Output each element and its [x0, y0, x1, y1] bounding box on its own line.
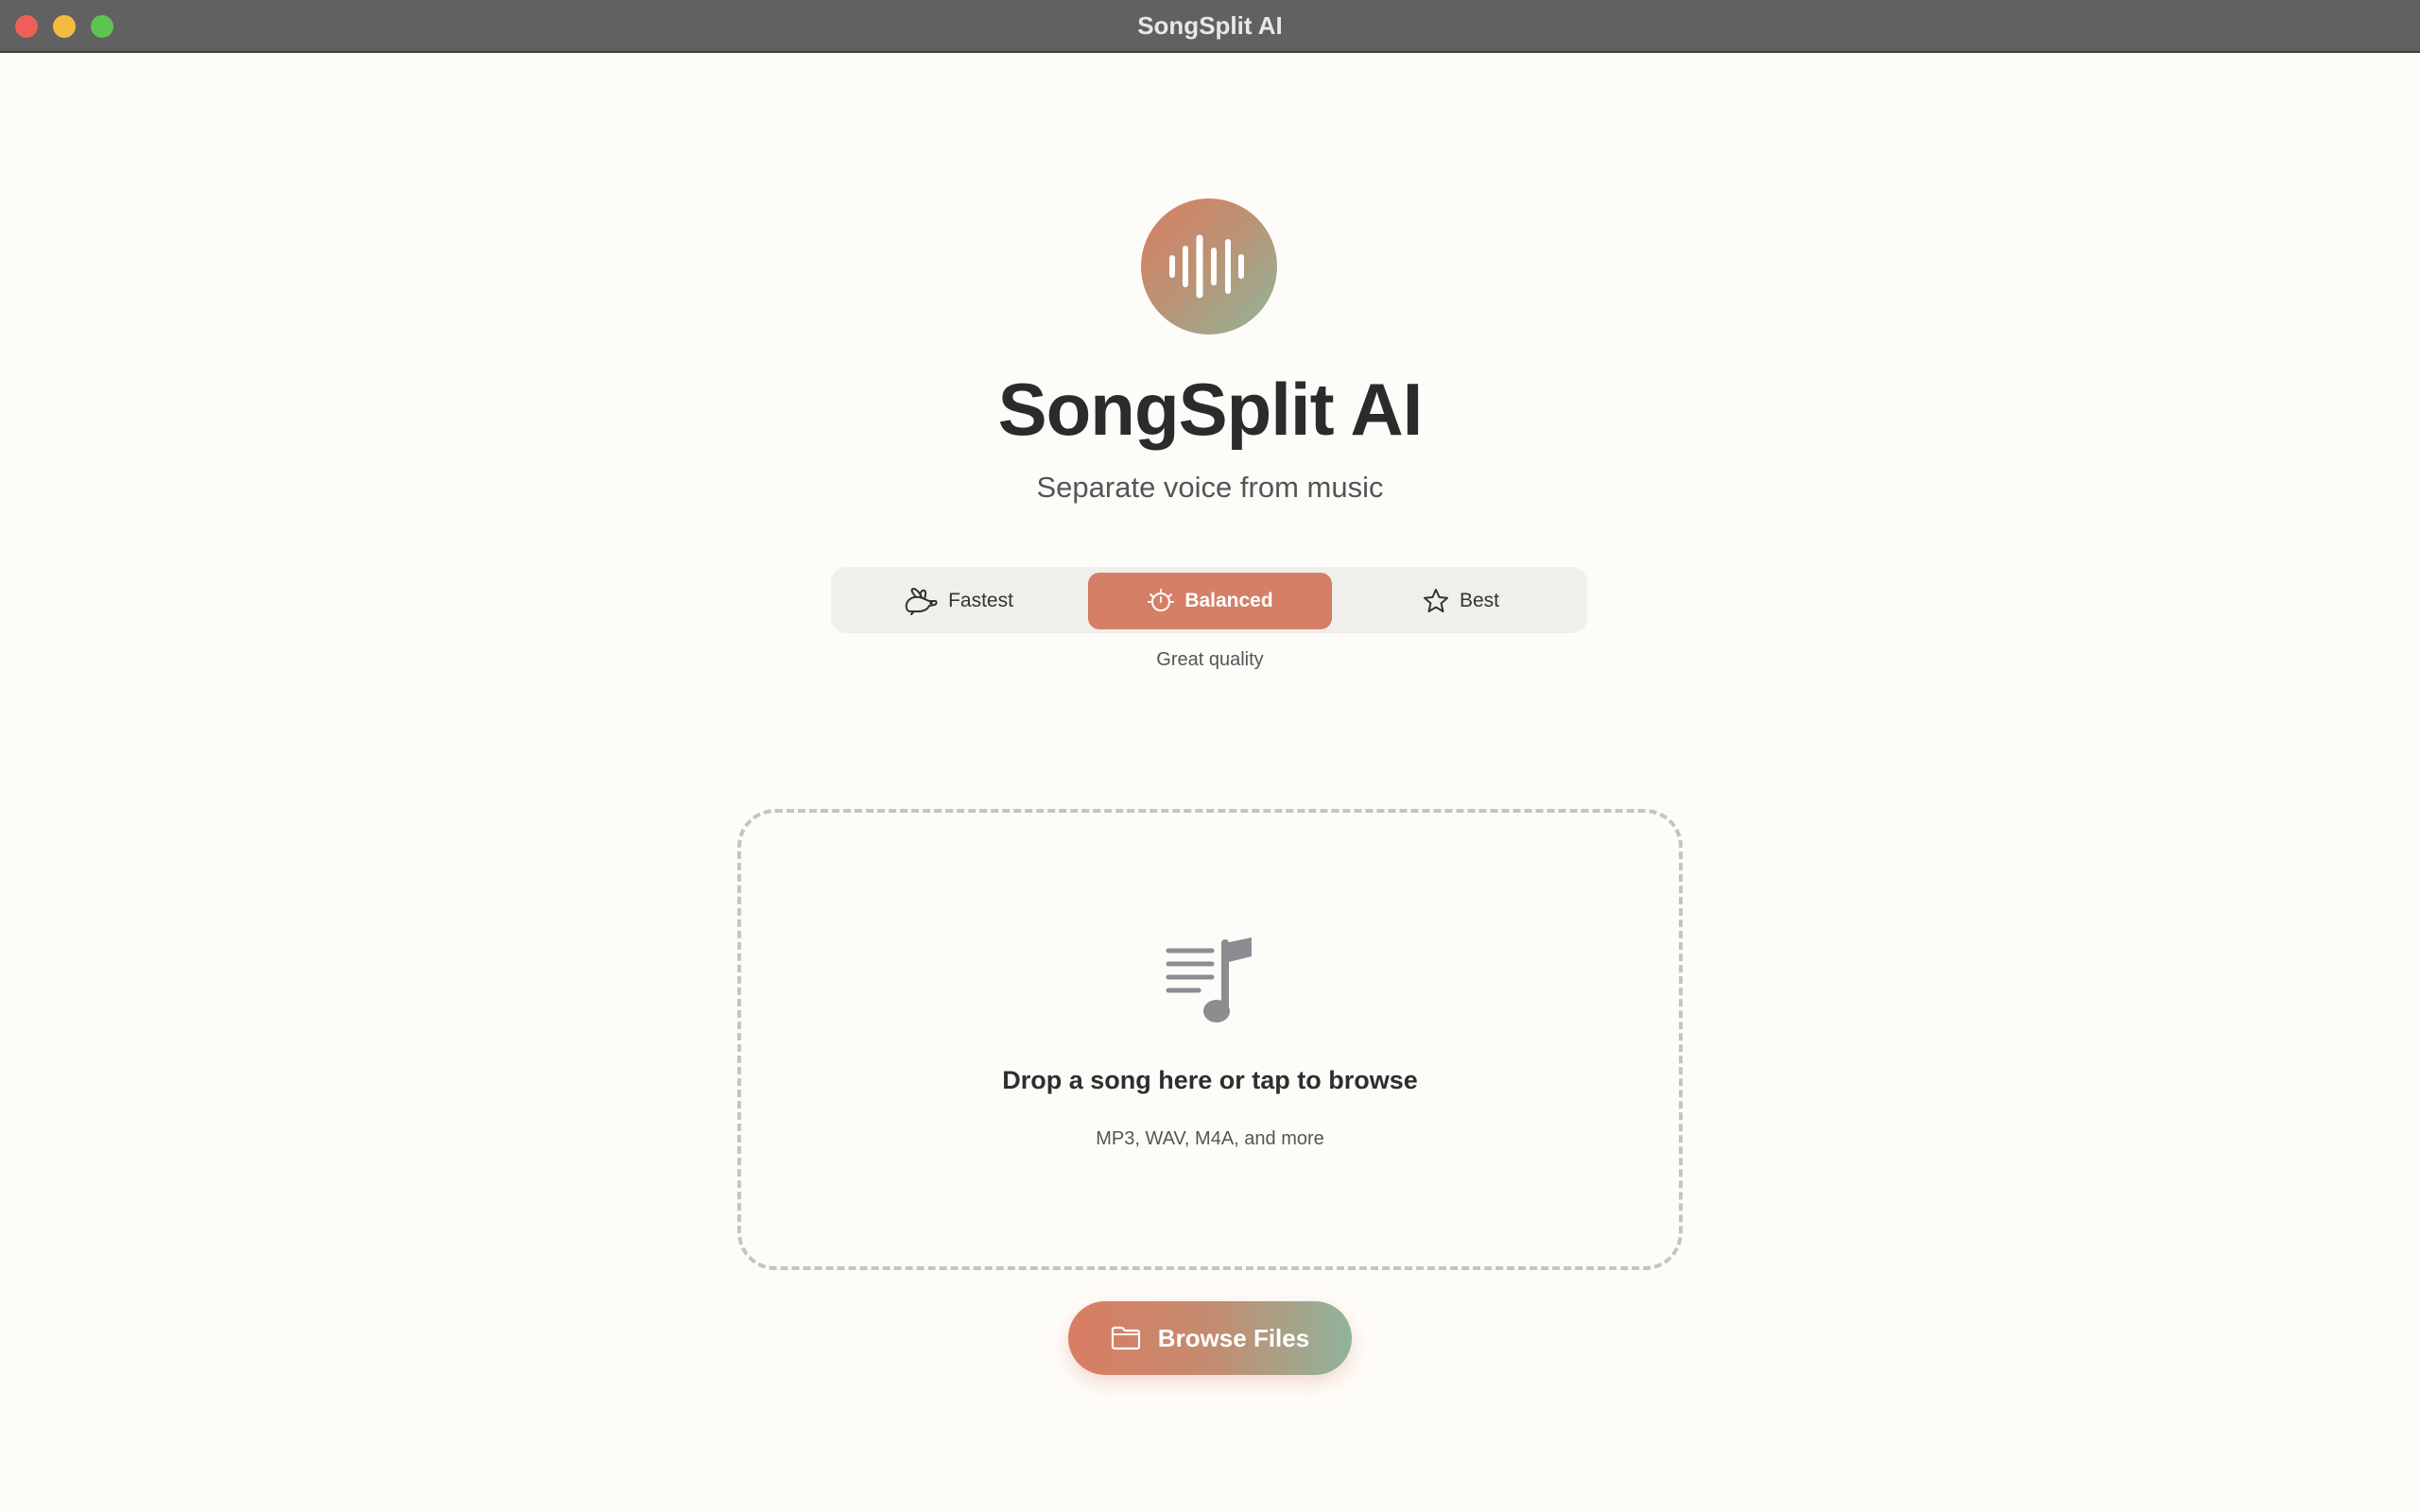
music-note-list-icon	[1166, 937, 1252, 1022]
timer-icon	[1148, 589, 1175, 611]
hare-icon	[905, 588, 938, 615]
mode-fastest-button[interactable]: Fastest	[837, 573, 1080, 629]
folder-icon	[1111, 1326, 1140, 1350]
song-drop-zone[interactable]: Drop a song here or tap to browse MP3, W…	[737, 809, 1683, 1270]
mode-balanced-label: Balanced	[1184, 590, 1273, 611]
mode-best-label: Best	[1459, 590, 1500, 611]
app-window: SongSplit AI SongSplit AI Separate voice…	[0, 0, 2420, 1512]
mode-best-button[interactable]: Best	[1340, 573, 1582, 629]
quality-mode-selector: Fastest Balanced Best	[831, 567, 1587, 633]
app-title: SongSplit AI	[997, 368, 1424, 451]
mode-balanced-button[interactable]: Balanced	[1088, 573, 1332, 629]
star-icon	[1423, 589, 1448, 612]
browse-files-label: Browse Files	[1157, 1323, 1310, 1352]
waveform-icon	[1169, 234, 1244, 299]
mode-fastest-label: Fastest	[948, 590, 1013, 611]
window-title: SongSplit AI	[1137, 11, 1283, 40]
browse-files-button[interactable]: Browse Files	[1068, 1301, 1352, 1375]
title-bar: SongSplit AI	[0, 0, 2420, 53]
app-logo	[1141, 198, 1277, 335]
drop-zone-subtitle: MP3, WAV, M4A, and more	[1096, 1128, 1324, 1149]
app-subtitle: Separate voice from music	[1036, 471, 1384, 504]
drop-zone-title: Drop a song here or tap to browse	[1002, 1066, 1418, 1094]
mode-description: Great quality	[1156, 649, 1264, 670]
